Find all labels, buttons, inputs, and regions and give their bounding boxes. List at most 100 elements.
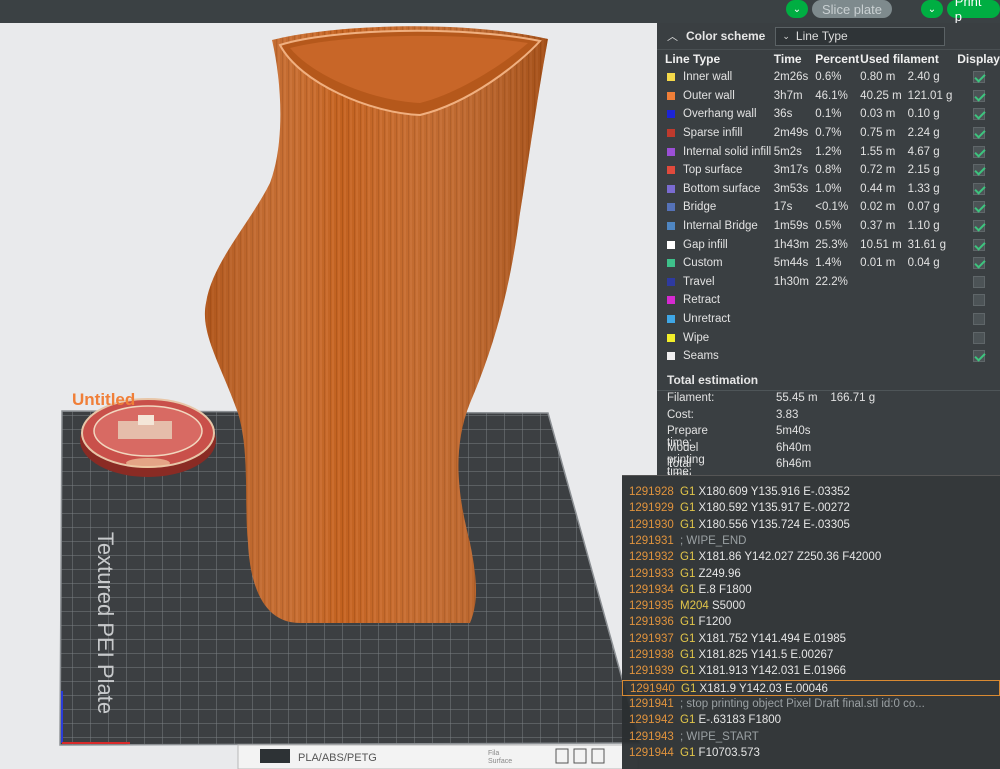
length-cell — [860, 273, 908, 292]
percent-cell — [815, 328, 860, 347]
gcode-command: G1 — [680, 502, 696, 515]
col-time: Time — [773, 52, 802, 66]
percent-cell: <0.1% — [815, 201, 849, 214]
display-cell — [957, 124, 1000, 143]
color-scheme-dropdown[interactable]: ⌄ Line Type — [775, 26, 946, 46]
table-header-row: Line Type Time Percent Used filament Dis… — [665, 50, 1000, 68]
gcode-line-number: 1291938 — [629, 649, 674, 661]
display-checkbox[interactable] — [973, 350, 986, 363]
display-checkbox[interactable] — [973, 127, 986, 140]
display-checkbox[interactable] — [973, 331, 986, 344]
gcode-line[interactable]: 1291939 G1 X181.913 Y142.031 E.01966 — [622, 663, 1000, 679]
display-cell — [957, 142, 1000, 161]
time-cell: 5m44s — [773, 257, 809, 270]
length-cell: 0.02 m — [860, 201, 896, 214]
percent-cell: 0.6% — [815, 71, 842, 84]
gcode-line-selected[interactable]: 1291940 G1 X181.9 Y142.03 E.00046 — [622, 679, 1000, 696]
gcode-line[interactable]: 1291929 G1 X180.592 Y135.917 E-.00272 — [622, 500, 1000, 516]
collapse-caret-icon[interactable]: ︿ — [667, 28, 678, 44]
line-type-row: Outer wall 3h7m 46.1% 40.25 m 121.01 g — [665, 87, 1000, 106]
display-checkbox[interactable] — [973, 89, 986, 102]
scene-canvas[interactable]: Textured PEI Plate Untitled PLA/ABS/PETG — [0, 23, 657, 769]
time-cell: 17s — [773, 201, 793, 214]
gcode-line[interactable]: 1291937 G1 X181.752 Y141.494 E.01985 — [622, 631, 1000, 647]
color-swatch-icon — [667, 166, 675, 175]
gcode-viewer[interactable]: 1291928 G1 X180.609 Y135.916 E-.03352 1291… — [622, 475, 1000, 769]
print-plate-button[interactable]: Print p — [946, 0, 1000, 24]
display-cell — [957, 198, 1000, 217]
gcode-line[interactable]: 1291932 G1 X181.86 Y142.027 Z250.36 F4200… — [622, 549, 1000, 565]
length-cell: 1.55 m — [860, 145, 896, 158]
color-scheme-title: Color scheme — [686, 29, 766, 43]
gcode-line[interactable]: 1291936 G1 F1200 — [622, 614, 1000, 630]
line-type-cell: Overhang wall — [665, 105, 774, 124]
gcode-line[interactable]: 1291933 G1 Z249.96 — [622, 566, 1000, 582]
gcode-line[interactable]: 1291930 G1 X180.556 Y135.724 E-.03305 — [622, 517, 1000, 533]
gcode-line-content: G1 X181.752 Y141.494 E.01985 — [680, 631, 846, 647]
gcode-line[interactable]: 1291942 G1 E-.63183 F1800 — [622, 712, 1000, 728]
time-cell: 3h7m — [773, 89, 803, 102]
gcode-command: G1 — [680, 714, 696, 727]
display-checkbox[interactable] — [973, 182, 986, 195]
time-cell: 3m17s — [773, 164, 809, 177]
color-swatch-icon — [667, 222, 675, 231]
gcode-line[interactable]: 1291938 G1 X181.825 Y141.5 E.00267 — [622, 647, 1000, 663]
display-cell — [957, 347, 1000, 366]
gcode-line[interactable]: 1291931 ; WIPE_END — [622, 533, 1000, 549]
gcode-line-number: 1291937 — [629, 632, 674, 645]
slice-plate-button[interactable]: Slice plate — [812, 0, 892, 18]
display-checkbox[interactable] — [973, 257, 986, 270]
weight-cell — [908, 273, 958, 292]
display-checkbox[interactable] — [973, 294, 986, 307]
weight-cell — [908, 328, 958, 347]
gcode-line[interactable]: 1291934 G1 E.8 F1800 — [622, 582, 1000, 598]
gcode-line-number: 1291935 — [629, 600, 674, 613]
percent-cell: 1.4% — [815, 257, 842, 270]
line-type-row: Wipe — [665, 328, 1000, 347]
gcode-line-content: ; stop printing object Pixel Draft final… — [680, 696, 925, 712]
gcode-line[interactable]: 1291941 ; stop printing object Pixel Draf… — [622, 696, 1000, 712]
color-swatch-icon — [667, 91, 675, 100]
length-cell: 10.51 m — [860, 238, 902, 251]
display-checkbox[interactable] — [973, 108, 986, 121]
display-checkbox[interactable] — [973, 145, 986, 158]
line-type-label: Overhang wall — [683, 108, 757, 121]
percent-cell — [815, 310, 860, 329]
weight-cell: 1.33 g — [907, 182, 940, 195]
color-scheme-header: ︿ Color scheme ⌄ Line Type — [657, 23, 1000, 50]
length-cell — [860, 328, 908, 347]
display-cell — [957, 180, 1000, 199]
display-checkbox[interactable] — [973, 201, 986, 214]
gcode-line-number: 1291939 — [629, 665, 674, 678]
color-swatch-icon — [667, 296, 675, 305]
display-checkbox[interactable] — [973, 313, 986, 325]
small-object-model[interactable] — [80, 398, 216, 477]
line-type-row: Internal solid infill 5m2s 1.2% 1.55 m 4.67 … — [665, 142, 1000, 161]
print-dropdown-chevron-icon[interactable]: ⌄ — [921, 0, 943, 18]
percent-cell: 46.1% — [815, 89, 848, 102]
col-percent: Percent — [815, 52, 860, 66]
display-checkbox[interactable] — [973, 71, 986, 84]
slice-plate-group: ⌄ Slice plate — [786, 0, 892, 18]
time-cell: 36s — [773, 108, 793, 121]
gcode-line[interactable]: 1291944 G1 F10703.573 — [622, 745, 1000, 761]
gcode-line[interactable]: 1291935 M204 S5000 — [622, 598, 1000, 614]
gcode-line-number: 1291944 — [629, 746, 674, 759]
display-checkbox[interactable] — [973, 275, 986, 288]
gcode-comment: ; WIPE_START — [680, 730, 759, 743]
gcode-line[interactable]: 1291928 G1 X180.609 Y135.916 E-.03352 — [622, 484, 1000, 500]
gcode-line[interactable]: 1291943 ; WIPE_START — [622, 729, 1000, 745]
color-scheme-panel: ︿ Color scheme ⌄ Line Type Line Type Tim… — [657, 23, 1000, 482]
gcode-line-content: G1 Z249.96 — [680, 566, 741, 582]
gcode-line-number: 1291930 — [629, 518, 674, 531]
display-checkbox[interactable] — [973, 238, 986, 251]
gcode-line-content: G1 X180.592 Y135.917 E-.00272 — [680, 500, 850, 516]
small-object-label: Untitled — [72, 390, 135, 409]
weight-cell: 0.07 g — [907, 201, 940, 214]
display-checkbox[interactable] — [973, 220, 986, 233]
display-checkbox[interactable] — [973, 164, 986, 177]
3d-viewport[interactable]: Textured PEI Plate Untitled PLA/ABS/PETG — [0, 23, 657, 769]
slice-dropdown-chevron-icon[interactable]: ⌄ — [786, 0, 808, 18]
gcode-line-number: 1291941 — [629, 697, 674, 710]
col-line-type: Line Type — [665, 52, 721, 66]
